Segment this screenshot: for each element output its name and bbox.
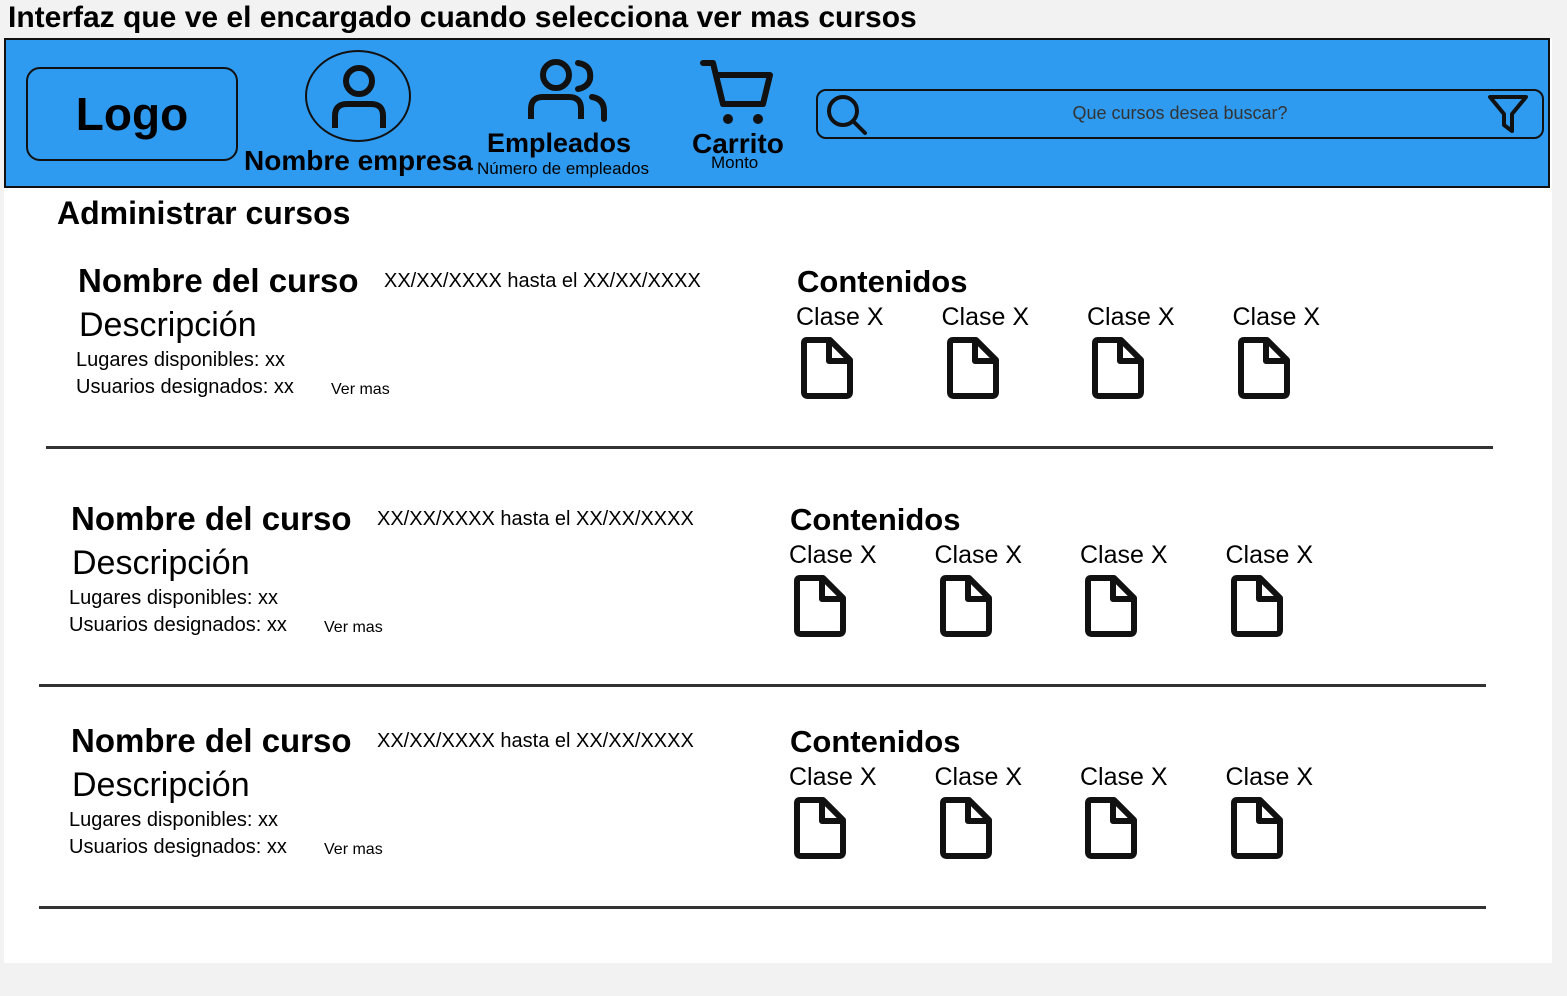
file-icon[interactable] [1237, 337, 1291, 399]
section-divider [39, 906, 1486, 909]
file-icon[interactable] [793, 575, 847, 637]
file-icon[interactable] [1091, 337, 1145, 399]
course-dates: XX/XX/XXXX hasta el XX/XX/XXXX [377, 730, 694, 752]
class-label[interactable]: Clase X [942, 303, 1030, 332]
course-name: Nombre del curso [71, 500, 352, 537]
class-label[interactable]: Clase X [789, 541, 877, 570]
search-placeholder: Que cursos desea buscar? [1072, 103, 1288, 123]
file-icon[interactable] [939, 575, 993, 637]
ver-mas-link[interactable]: Ver mas [324, 841, 383, 859]
section-divider [39, 684, 1486, 687]
section-divider [46, 446, 1493, 449]
course-description: Descripción [72, 766, 250, 804]
class-label[interactable]: Clase X [1226, 541, 1314, 570]
file-icon[interactable] [939, 797, 993, 859]
section-title: Administrar cursos [57, 195, 351, 231]
assigned-users: Usuarios designados: xx [69, 614, 287, 636]
contents-title: Contenidos [790, 502, 961, 537]
cart-amount: Monto [711, 153, 759, 172]
course-dates: XX/XX/XXXX hasta el XX/XX/XXXX [384, 270, 701, 292]
file-icon[interactable] [946, 337, 1000, 399]
user-icon [330, 64, 388, 132]
class-label[interactable]: Clase X [935, 541, 1023, 570]
cart-icon[interactable] [700, 58, 774, 126]
file-icon[interactable] [800, 337, 854, 399]
available-places: Lugares disponibles: xx [69, 809, 279, 831]
ver-mas-link[interactable]: Ver mas [331, 381, 390, 399]
ver-mas-link[interactable]: Ver mas [324, 619, 383, 637]
page-title: Interfaz que ve el encargado cuando sele… [8, 1, 917, 34]
file-icon[interactable] [1230, 797, 1284, 859]
company-name[interactable]: Nombre empresa [244, 145, 473, 177]
class-label[interactable]: Clase X [1087, 303, 1175, 332]
filter-icon[interactable] [1487, 94, 1529, 134]
class-label[interactable]: Clase X [935, 763, 1023, 792]
course-description: Descripción [79, 306, 257, 344]
course-name: Nombre del curso [71, 722, 352, 759]
available-places: Lugares disponibles: xx [76, 349, 286, 371]
employees-icon[interactable] [526, 55, 610, 123]
employees-count: Número de empleados [477, 159, 649, 178]
course-description: Descripción [72, 544, 250, 582]
file-icon[interactable] [793, 797, 847, 859]
class-label[interactable]: Clase X [796, 303, 884, 332]
available-places: Lugares disponibles: xx [69, 587, 279, 609]
employees-label[interactable]: Empleados [487, 128, 631, 159]
contents-title: Contenidos [790, 724, 961, 759]
file-icon[interactable] [1084, 797, 1138, 859]
contents-title: Contenidos [797, 264, 968, 299]
logo[interactable]: Logo [26, 67, 238, 161]
search-icon[interactable] [826, 94, 868, 136]
course-name: Nombre del curso [78, 262, 359, 299]
class-label[interactable]: Clase X [1080, 763, 1168, 792]
assigned-users: Usuarios designados: xx [76, 376, 294, 398]
class-label[interactable]: Clase X [1080, 541, 1168, 570]
class-label[interactable]: Clase X [789, 763, 877, 792]
file-icon[interactable] [1084, 575, 1138, 637]
file-icon[interactable] [1230, 575, 1284, 637]
course-dates: XX/XX/XXXX hasta el XX/XX/XXXX [377, 508, 694, 530]
class-label[interactable]: Clase X [1233, 303, 1321, 332]
assigned-users: Usuarios designados: xx [69, 836, 287, 858]
class-label[interactable]: Clase X [1226, 763, 1314, 792]
